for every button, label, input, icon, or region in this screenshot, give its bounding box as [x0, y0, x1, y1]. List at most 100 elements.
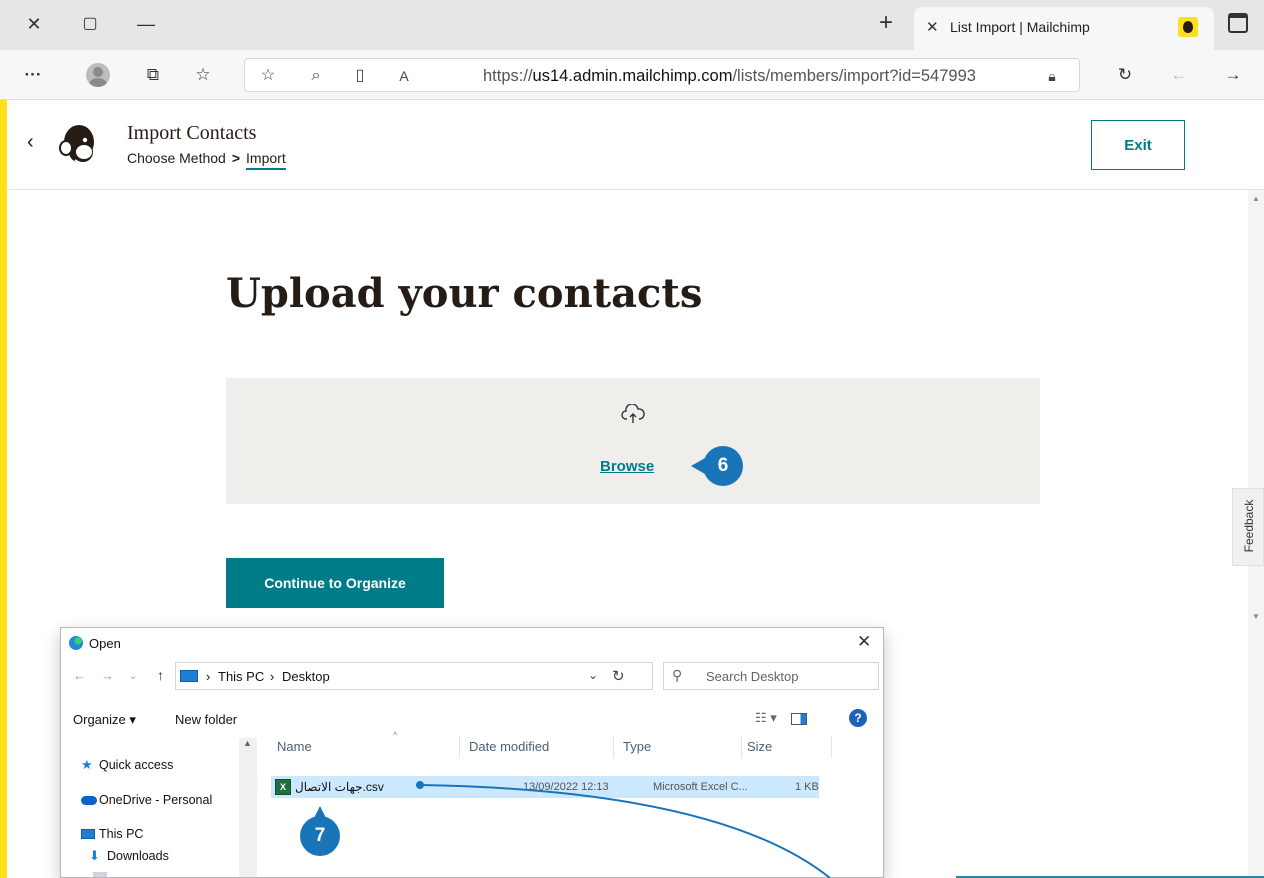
page-title: Import Contacts — [127, 122, 257, 144]
page-header: ‹ Import Contacts Choose Method > Import E… — [7, 100, 1264, 190]
download-icon: ⬇ — [89, 848, 100, 863]
url-text[interactable]: https://us14.admin.mailchimp.com/lists/m… — [483, 67, 976, 86]
immersive-reader-icon[interactable]: ▯ — [349, 65, 371, 87]
nav-onedrive[interactable]: OneDrive - Personal — [81, 793, 212, 807]
side-accent-strip — [0, 100, 7, 878]
browser-tab-bar: ✕ ▢ — + ✕ List Import | Mailchimp — [0, 0, 1264, 50]
tab-close-icon[interactable]: ✕ — [926, 18, 939, 36]
close-window-icon[interactable]: ✕ — [22, 12, 46, 36]
favorites-icon[interactable]: ☆ — [190, 64, 216, 88]
recent-locations-icon[interactable]: ⌄ — [129, 671, 137, 682]
collections-icon[interactable]: ⧉ — [140, 64, 166, 88]
change-view-icon[interactable]: ☷ ▾ — [755, 710, 777, 726]
upload-dropzone[interactable]: Browse — [226, 378, 1040, 504]
dialog-close-icon[interactable]: ✕ — [857, 632, 871, 652]
file-name: جهات الاتصال.csv — [295, 780, 384, 794]
new-tab-icon[interactable]: + — [874, 11, 898, 36]
path-desktop[interactable]: Desktop — [282, 669, 330, 684]
computer-icon — [81, 829, 95, 839]
tab-actions-icon[interactable] — [1228, 13, 1248, 33]
navigation-pane: ★ Quick access OneDrive - Personal This P… — [61, 738, 257, 877]
minimize-window-icon[interactable]: — — [134, 12, 158, 36]
column-divider — [831, 736, 832, 758]
column-divider — [459, 736, 460, 758]
profile-icon[interactable] — [86, 63, 110, 87]
column-divider — [613, 736, 614, 758]
help-icon[interactable]: ? — [849, 709, 867, 727]
dialog-refresh-icon[interactable]: ↻ — [612, 667, 625, 685]
feedback-label: Feedback — [1242, 499, 1256, 553]
search-icon: ⚲ — [672, 667, 683, 683]
path-bar[interactable]: › This PC › Desktop ⌄ ↻ — [175, 662, 653, 690]
scroll-up-icon[interactable]: ▲ — [1248, 194, 1264, 203]
back-chevron-icon[interactable]: ‹ — [27, 131, 34, 154]
excel-file-icon: X — [275, 779, 291, 795]
tab-title: List Import | Mailchimp — [950, 19, 1090, 35]
address-toolbar: ··· ⧉ ☆ ☆ ⌕ ▯ A https://us14.admin.mailc… — [0, 50, 1264, 100]
back-icon[interactable]: ← — [1166, 64, 1192, 88]
nav-quick-access[interactable]: ★ Quick access — [81, 757, 174, 772]
up-folder-icon[interactable]: ↑ — [157, 667, 164, 683]
read-aloud-icon[interactable]: A — [393, 65, 415, 87]
browse-link[interactable]: Browse — [600, 458, 654, 475]
upload-headline: Upload your contacts — [226, 270, 703, 317]
column-type[interactable]: Type — [623, 739, 651, 754]
dialog-back-icon[interactable]: ← — [73, 668, 86, 683]
path-dropdown-icon[interactable]: ⌄ — [588, 668, 598, 682]
file-date-modified: 13/09/2022 12:13 — [523, 781, 609, 793]
exit-button[interactable]: Exit — [1091, 120, 1185, 170]
more-icon[interactable]: ··· — [20, 64, 46, 88]
nav-downloads-label: Downloads — [107, 849, 169, 863]
step-marker-7: 7 — [300, 806, 340, 856]
continue-to-organize-button[interactable]: Continue to Organize — [226, 558, 444, 608]
nav-pane-scrollbar[interactable]: ▲ — [239, 738, 257, 877]
cloud-upload-icon — [621, 404, 645, 423]
nav-onedrive-label: OneDrive - Personal — [99, 793, 213, 807]
sort-caret-icon: ^ — [393, 730, 398, 740]
path-chevron-icon[interactable]: › — [270, 669, 274, 684]
lock-icon[interactable]: 🔒︎ — [1041, 65, 1063, 87]
search-desktop-input[interactable]: ⚲ Search Desktop — [663, 662, 879, 690]
mailchimp-favicon-icon — [1178, 17, 1198, 37]
breadcrumb-choose-method[interactable]: Choose Method — [127, 150, 226, 166]
maximize-window-icon[interactable]: ▢ — [78, 12, 102, 36]
mailchimp-logo-icon — [59, 125, 94, 164]
dialog-forward-icon[interactable]: → — [101, 668, 114, 683]
file-type: Microsoft Excel C... — [653, 781, 748, 793]
folder-icon — [93, 872, 107, 877]
star-icon: ★ — [81, 757, 93, 772]
forward-icon[interactable]: → — [1220, 64, 1246, 88]
nav-this-pc[interactable]: This PC — [81, 827, 143, 841]
active-tab[interactable]: ✕ List Import | Mailchimp — [914, 7, 1214, 50]
column-divider — [741, 736, 742, 758]
nav-quick-access-label: Quick access — [99, 758, 174, 772]
zoom-icon[interactable]: ⌕ — [305, 65, 327, 87]
new-folder-button[interactable]: New folder — [175, 712, 237, 727]
this-pc-icon — [180, 670, 198, 682]
breadcrumb-separator: > — [231, 150, 241, 166]
feedback-tab[interactable]: Feedback — [1232, 488, 1264, 566]
column-name[interactable]: Name — [277, 739, 312, 754]
breadcrumb: Choose Method > Import — [127, 150, 286, 170]
dialog-title: Open — [89, 636, 121, 651]
file-row[interactable]: X جهات الاتصال.csv 13/09/2022 12:13 Micr… — [271, 776, 819, 798]
breadcrumb-import[interactable]: Import — [246, 150, 286, 170]
cloud-icon — [81, 796, 97, 805]
nav-this-pc-label: This PC — [99, 827, 144, 841]
nav-downloads[interactable]: ⬇ Downloads — [89, 848, 169, 863]
scroll-up-icon[interactable]: ▲ — [243, 738, 252, 748]
column-date-modified[interactable]: Date modified — [469, 739, 549, 754]
address-bar[interactable]: ☆ ⌕ ▯ A https://us14.admin.mailchimp.com… — [244, 58, 1080, 92]
path-this-pc[interactable]: This PC — [218, 669, 264, 684]
preview-pane-icon[interactable] — [791, 713, 807, 725]
add-favorite-icon[interactable]: ☆ — [257, 65, 279, 87]
file-size: 1 KB — [795, 781, 819, 793]
open-file-dialog: Open ✕ ← → ⌄ ↑ › This PC › Desktop ⌄ ↻ ⚲… — [60, 627, 884, 878]
edge-icon — [69, 636, 83, 650]
scroll-down-icon[interactable]: ▼ — [1248, 612, 1264, 621]
refresh-icon[interactable]: ↻ — [1112, 64, 1138, 88]
step-marker-6: 6 — [691, 446, 743, 486]
column-size[interactable]: Size — [747, 739, 772, 754]
organize-menu[interactable]: Organize ▾ — [73, 712, 136, 728]
path-chevron-icon[interactable]: › — [206, 669, 210, 684]
